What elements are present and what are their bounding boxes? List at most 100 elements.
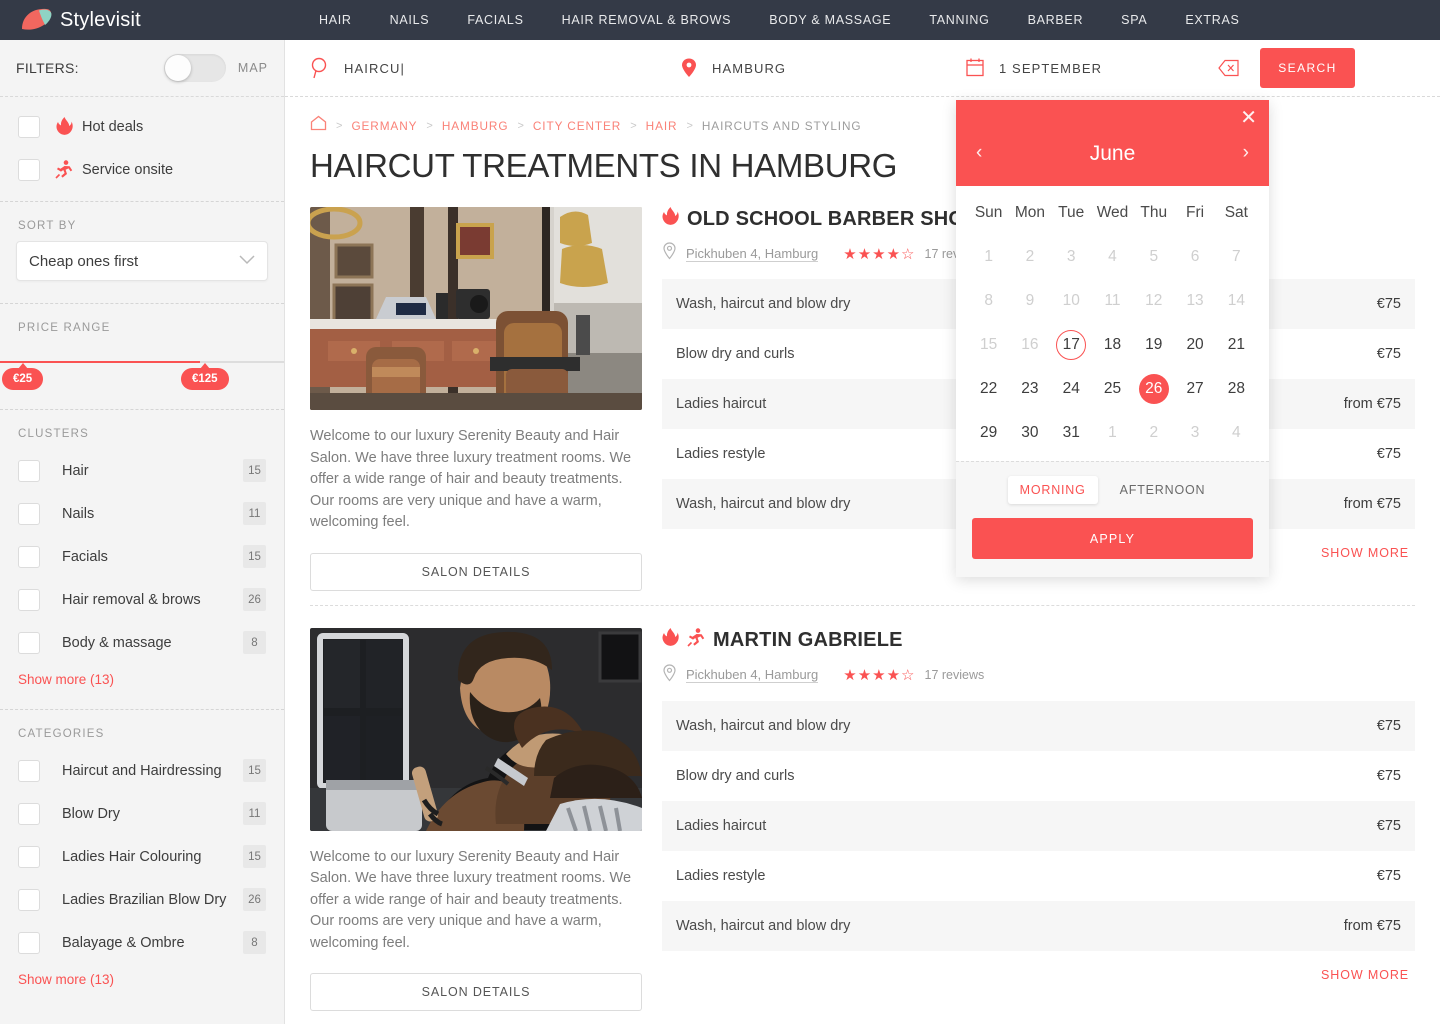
- category-item-ladies-brazilian-blow-dry[interactable]: Ladies Brazilian Blow Dry 26: [0, 878, 284, 921]
- calendar-day[interactable]: 12: [1133, 279, 1174, 323]
- sort-by-select[interactable]: Cheap ones first: [16, 241, 268, 281]
- segment-morning[interactable]: MORNING: [1007, 476, 1098, 504]
- nav-item-body-massage[interactable]: BODY & MASSAGE: [750, 13, 910, 27]
- calendar-day[interactable]: 8: [968, 279, 1009, 323]
- filter-hot-deals[interactable]: Hot deals: [0, 105, 284, 148]
- salon-photo[interactable]: [310, 627, 642, 831]
- price-min-handle[interactable]: €25: [2, 363, 44, 390]
- calendar-day[interactable]: 4: [1216, 411, 1257, 455]
- calendar-day[interactable]: 19: [1133, 323, 1174, 367]
- calendar-day[interactable]: 3: [1174, 411, 1215, 455]
- salon-address[interactable]: Pickhuben 4, Hamburg: [686, 246, 819, 262]
- category-balayage-checkbox[interactable]: [18, 931, 40, 954]
- hot-deals-checkbox[interactable]: [18, 115, 40, 138]
- calendar-day[interactable]: 4: [1092, 235, 1133, 279]
- service-onsite-checkbox[interactable]: [18, 158, 40, 181]
- breadcrumb-item-hamburg[interactable]: HAMBURG: [442, 119, 509, 133]
- price-max-handle[interactable]: €125: [181, 363, 229, 390]
- salon-photo[interactable]: [310, 207, 642, 410]
- cluster-item-facials[interactable]: Facials 15: [0, 535, 284, 578]
- nav-item-nails[interactable]: NAILS: [371, 13, 449, 27]
- breadcrumb-item-city-center[interactable]: CITY CENTER: [533, 119, 621, 133]
- calendar-day[interactable]: 2: [1009, 235, 1050, 279]
- price-range-slider[interactable]: €25 €125: [0, 347, 284, 407]
- calendar-day[interactable]: 28: [1216, 367, 1257, 411]
- calendar-day[interactable]: 18: [1092, 323, 1133, 367]
- salon-details-button[interactable]: SALON DETAILS: [310, 552, 642, 591]
- calendar-day[interactable]: 23: [1009, 367, 1050, 411]
- category-brazilian-blow-dry-checkbox[interactable]: [18, 888, 40, 911]
- calendar-day[interactable]: 11: [1092, 279, 1133, 323]
- calendar-day[interactable]: 17: [1051, 323, 1092, 367]
- calendar-day[interactable]: 30: [1009, 411, 1050, 455]
- home-icon[interactable]: [310, 115, 327, 136]
- cluster-item-hair-removal-brows[interactable]: Hair removal & brows 26: [0, 578, 284, 621]
- category-item-balayage-ombre[interactable]: Balayage & Ombre 8: [0, 921, 284, 964]
- calendar-day[interactable]: 25: [1092, 367, 1133, 411]
- calendar-day[interactable]: 15: [968, 323, 1009, 367]
- cluster-facials-checkbox[interactable]: [18, 545, 40, 568]
- categories-show-more-link[interactable]: Show more (13): [0, 964, 284, 987]
- nav-item-tanning[interactable]: TANNING: [910, 13, 1008, 27]
- salon-name[interactable]: OLD SCHOOL BARBER SHOP: [687, 208, 978, 231]
- salon-address[interactable]: Pickhuben 4, Hamburg: [686, 667, 819, 683]
- calendar-day[interactable]: 26: [1133, 367, 1174, 411]
- nav-item-extras[interactable]: EXTRAS: [1166, 13, 1258, 27]
- calendar-day[interactable]: 14: [1216, 279, 1257, 323]
- calendar-day[interactable]: 9: [1009, 279, 1050, 323]
- cluster-item-nails[interactable]: Nails 11: [0, 492, 284, 535]
- nav-item-spa[interactable]: SPA: [1102, 13, 1166, 27]
- service-row[interactable]: Blow dry and curls €75: [662, 751, 1415, 801]
- category-blow-dry-checkbox[interactable]: [18, 802, 40, 825]
- salon-name[interactable]: MARTIN GABRIELE: [713, 629, 903, 652]
- service-row[interactable]: Ladies haircut €75: [662, 800, 1415, 851]
- search-date-field[interactable]: 1 SEPTEMBER: [965, 40, 1200, 96]
- calendar-day[interactable]: 13: [1174, 279, 1215, 323]
- salon-show-more-link[interactable]: SHOW MORE: [662, 951, 1415, 982]
- calendar-day[interactable]: 31: [1051, 411, 1092, 455]
- logo[interactable]: Stylevisit: [0, 7, 300, 33]
- search-query-field[interactable]: HAIRCU |: [285, 40, 680, 96]
- cluster-hair-checkbox[interactable]: [18, 459, 40, 482]
- map-toggle[interactable]: [163, 54, 226, 82]
- cluster-nails-checkbox[interactable]: [18, 502, 40, 525]
- salon-details-button[interactable]: SALON DETAILS: [310, 973, 642, 1011]
- calendar-day[interactable]: 21: [1216, 323, 1257, 367]
- breadcrumb-item-germany[interactable]: GERMANY: [351, 119, 417, 133]
- close-icon[interactable]: ✕: [1240, 108, 1257, 128]
- service-row[interactable]: Wash, haircut and blow dry €75: [662, 700, 1415, 751]
- calendar-day[interactable]: 3: [1051, 235, 1092, 279]
- chevron-right-icon[interactable]: ›: [1243, 142, 1249, 164]
- calendar-day[interactable]: 5: [1133, 235, 1174, 279]
- clusters-show-more-link[interactable]: Show more (13): [0, 664, 284, 687]
- service-row[interactable]: Ladies restyle €75: [662, 851, 1415, 901]
- calendar-day[interactable]: 7: [1216, 235, 1257, 279]
- calendar-day[interactable]: 1: [968, 235, 1009, 279]
- nav-item-barber[interactable]: BARBER: [1009, 13, 1103, 27]
- cluster-hair-removal-checkbox[interactable]: [18, 588, 40, 611]
- calendar-day[interactable]: 24: [1051, 367, 1092, 411]
- filter-service-onsite[interactable]: Service onsite: [0, 148, 284, 191]
- clear-search-button[interactable]: [1218, 59, 1240, 77]
- nav-item-hair-removal-brows[interactable]: HAIR REMOVAL & BROWS: [543, 13, 751, 27]
- calendar-day[interactable]: 10: [1051, 279, 1092, 323]
- category-item-ladies-hair-colouring[interactable]: Ladies Hair Colouring 15: [0, 835, 284, 878]
- cluster-item-hair[interactable]: Hair 15: [0, 449, 284, 492]
- calendar-day[interactable]: 22: [968, 367, 1009, 411]
- cluster-body-massage-checkbox[interactable]: [18, 631, 40, 654]
- search-button[interactable]: SEARCH: [1260, 48, 1355, 88]
- apply-button[interactable]: APPLY: [972, 518, 1253, 559]
- search-location-field[interactable]: HAMBURG: [680, 40, 965, 96]
- calendar-day[interactable]: 27: [1174, 367, 1215, 411]
- calendar-day[interactable]: 16: [1009, 323, 1050, 367]
- calendar-day[interactable]: 2: [1133, 411, 1174, 455]
- calendar-day[interactable]: 6: [1174, 235, 1215, 279]
- category-haircut-checkbox[interactable]: [18, 759, 40, 782]
- category-hair-colouring-checkbox[interactable]: [18, 845, 40, 868]
- service-row[interactable]: Wash, haircut and blow dry from €75: [662, 900, 1415, 951]
- calendar-day[interactable]: 29: [968, 411, 1009, 455]
- calendar-day[interactable]: 20: [1174, 323, 1215, 367]
- breadcrumb-item-hair[interactable]: HAIR: [646, 119, 678, 133]
- segment-afternoon[interactable]: AFTERNOON: [1108, 476, 1218, 504]
- nav-item-hair[interactable]: HAIR: [300, 13, 371, 27]
